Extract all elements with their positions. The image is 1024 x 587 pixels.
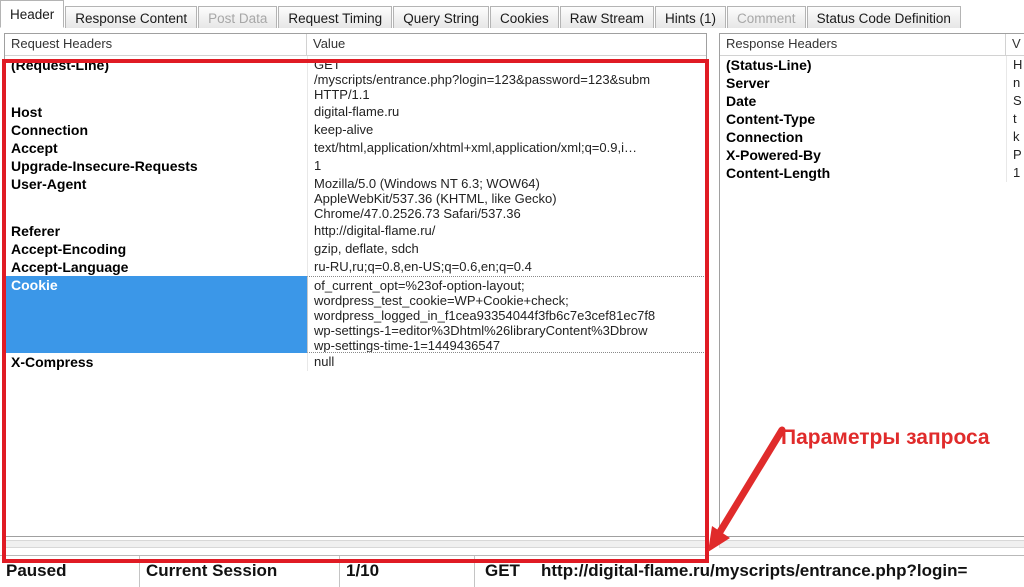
table-row[interactable]: User-Agent Mozilla/5.0 (Windows NT 6.3; W… xyxy=(5,175,706,222)
header-name-cell: Content-Type xyxy=(726,111,816,127)
header-value-cell: Mozilla/5.0 (Windows NT 6.3; WOW64) Appl… xyxy=(307,175,706,222)
header-value-cell: P xyxy=(1006,146,1024,164)
header-name-cell: Upgrade-Insecure-Requests xyxy=(11,158,198,174)
header-name-cell: (Status-Line) xyxy=(726,57,812,73)
tab-label: Query String xyxy=(403,11,479,26)
tab-label: Post Data xyxy=(208,11,268,26)
tab-label: Cookies xyxy=(499,11,549,26)
header-value-cell: t xyxy=(1006,110,1024,128)
column-header-request-headers[interactable]: Request Headers xyxy=(5,34,307,55)
table-row[interactable]: Accept-Language ru-RU,ru;q=0.8,en-US;q=0.… xyxy=(5,258,706,276)
header-value-cell: k xyxy=(1006,128,1024,146)
table-row[interactable]: Accept text/html,application/xhtml+xml,ap… xyxy=(5,139,706,157)
tab-hints[interactable]: Hints (1) xyxy=(655,6,727,30)
header-name-cell: User-Agent xyxy=(11,176,87,192)
status-bar: Paused Current Session 1/10 GET http://d… xyxy=(0,555,1024,587)
column-header-value[interactable]: Value xyxy=(307,34,706,55)
tab-label: Response Content xyxy=(75,11,188,26)
status-method: GET xyxy=(485,560,520,580)
table-row[interactable]: Host digital-flame.ru xyxy=(5,103,706,121)
response-grid-scrollbar[interactable] xyxy=(719,540,1024,548)
header-name-cell: Referer xyxy=(11,223,61,239)
header-value-cell: n xyxy=(1006,74,1024,92)
table-row[interactable]: X-Powered-By P xyxy=(720,146,1024,164)
header-name-cell: Accept-Encoding xyxy=(11,241,127,257)
table-row[interactable]: Server n xyxy=(720,74,1024,92)
table-row[interactable]: (Request-Line) GET /myscripts/entrance.ph… xyxy=(5,56,706,103)
header-value-cell: http://digital-flame.ru/ xyxy=(307,222,706,240)
table-row[interactable]: (Status-Line) H xyxy=(720,56,1024,74)
tab-label: Request Timing xyxy=(288,11,383,26)
status-counter: 1/10 xyxy=(340,555,475,587)
header-value-cell: ru-RU,ru;q=0.8,en-US;q=0.6,en;q=0.4 xyxy=(307,258,706,276)
request-grid-body: (Request-Line) GET /myscripts/entrance.ph… xyxy=(5,56,706,371)
response-grid-body: (Status-Line) H Server n Date S Content-Type t C… xyxy=(720,56,1024,182)
table-row[interactable]: Content-Length 1 xyxy=(720,164,1024,182)
column-header-response-value[interactable]: V xyxy=(1006,34,1024,55)
status-state: Paused xyxy=(0,555,140,587)
header-name-cell: Connection xyxy=(11,122,88,138)
tab-request-timing[interactable]: Request Timing xyxy=(278,6,393,30)
table-row[interactable]: X-Compress null xyxy=(5,353,706,371)
callout-label: Параметры запроса xyxy=(781,426,990,449)
response-grid-header: Response Headers V xyxy=(720,34,1024,56)
header-value-cell: text/html,application/xhtml+xml,applicat… xyxy=(307,139,706,157)
status-url: http://digital-flame.ru/myscripts/entran… xyxy=(541,560,968,580)
table-row[interactable]: Upgrade-Insecure-Requests 1 xyxy=(5,157,706,175)
header-value-cell: H xyxy=(1006,56,1024,74)
table-row[interactable]: Content-Type t xyxy=(720,110,1024,128)
table-row[interactable]: Accept-Encoding gzip, deflate, sdch xyxy=(5,240,706,258)
table-row[interactable]: Connection k xyxy=(720,128,1024,146)
tab-cookies[interactable]: Cookies xyxy=(489,6,559,30)
header-value-cell: 1 xyxy=(1006,164,1024,182)
tab-strip: Header Response Content Post Data Reques… xyxy=(0,0,1024,30)
request-headers-grid[interactable]: Request Headers Value (Request-Line) GET … xyxy=(4,33,707,537)
header-name-cell: X-Powered-By xyxy=(726,147,821,163)
header-value-cell: S xyxy=(1006,92,1024,110)
tab-label: Status Code Definition xyxy=(816,11,951,26)
tab-raw-stream[interactable]: Raw Stream xyxy=(559,6,655,30)
header-value-cell: gzip, deflate, sdch xyxy=(307,240,706,258)
tab-status-code-definition[interactable]: Status Code Definition xyxy=(806,6,961,30)
header-name-cell: Content-Length xyxy=(726,165,831,181)
header-value-cell: GET /myscripts/entrance.php?login=123&pa… xyxy=(307,56,706,103)
header-name-cell: Host xyxy=(11,104,43,120)
header-name-cell: Cookie xyxy=(5,276,307,353)
table-row[interactable]: Referer http://digital-flame.ru/ xyxy=(5,222,706,240)
tab-comment: Comment xyxy=(727,6,806,30)
header-name-cell: Server xyxy=(726,75,770,91)
tab-post-data: Post Data xyxy=(198,6,278,30)
header-name-cell: (Request-Line) xyxy=(11,57,109,73)
tab-label: Comment xyxy=(737,11,796,26)
column-header-response-headers[interactable]: Response Headers xyxy=(720,34,1006,55)
header-name-cell: Date xyxy=(726,93,757,109)
header-value-cell: of_current_opt=%23of-option-layout; word… xyxy=(307,276,706,353)
tab-label: Hints (1) xyxy=(665,11,717,26)
response-headers-grid[interactable]: Response Headers V (Status-Line) H Server n… xyxy=(719,33,1024,537)
table-row[interactable]: Cookie of_current_opt=%23of-option-layout… xyxy=(5,276,706,353)
tab-response-content[interactable]: Response Content xyxy=(65,6,198,30)
header-value-cell: null xyxy=(307,353,706,371)
request-grid-header: Request Headers Value xyxy=(5,34,706,56)
tab-label: Header xyxy=(10,7,55,22)
work-area: Request Headers Value (Request-Line) GET … xyxy=(0,28,1024,563)
header-name-cell: X-Compress xyxy=(11,354,94,370)
tab-query-string[interactable]: Query String xyxy=(393,6,489,30)
header-name-cell: Connection xyxy=(726,129,803,145)
header-value-cell: digital-flame.ru xyxy=(307,103,706,121)
header-name-cell: Accept-Language xyxy=(11,259,129,275)
request-grid-scrollbar[interactable] xyxy=(4,540,707,548)
header-value-cell: keep-alive xyxy=(307,121,706,139)
tab-header[interactable]: Header xyxy=(0,0,65,28)
header-name-cell: Accept xyxy=(11,140,58,156)
status-session: Current Session xyxy=(140,555,340,587)
table-row[interactable]: Connection keep-alive xyxy=(5,121,706,139)
header-value-cell: 1 xyxy=(307,157,706,175)
table-row[interactable]: Date S xyxy=(720,92,1024,110)
tab-label: Raw Stream xyxy=(569,11,645,26)
